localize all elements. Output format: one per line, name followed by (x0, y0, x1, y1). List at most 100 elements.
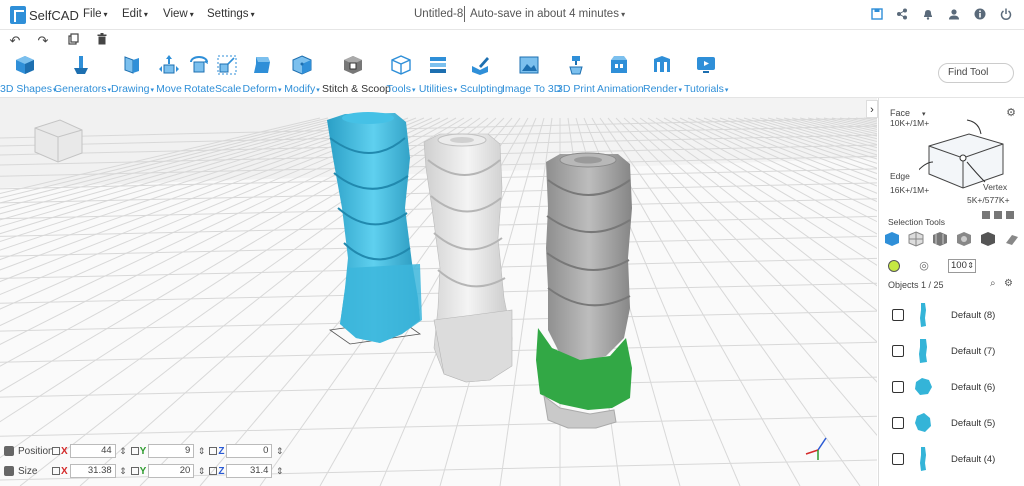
copy-icon[interactable] (66, 33, 80, 49)
list-item[interactable]: Default (7) (879, 334, 1024, 370)
tool-3d-print[interactable]: 3D Print (557, 54, 595, 95)
lock-x-checkbox[interactable] (52, 447, 60, 455)
position-label: Position (18, 445, 54, 457)
color-picker[interactable] (888, 260, 900, 272)
select-vertex-icon[interactable] (1006, 211, 1014, 219)
tool-label: Tutorials (684, 83, 728, 95)
tool-stitch-scoop[interactable]: Stitch & Scoop (322, 54, 391, 95)
select-grid-icon[interactable] (932, 231, 948, 247)
axis-y-label: Y (139, 445, 147, 457)
3d-viewport[interactable] (0, 98, 877, 486)
select-solid-icon[interactable] (980, 231, 996, 247)
select-face-icon[interactable] (982, 211, 990, 219)
right-sidebar: ⚙ Face 10K+/1M+ Edge 16K+/1M+ Vertex 5K+… (878, 98, 1024, 486)
position-z-input[interactable]: 0 (226, 444, 283, 458)
tool-3d-shapes[interactable]: 3D Shapes (0, 54, 52, 95)
undo-bar: ↶ ↷ (0, 30, 1024, 52)
select-edge-icon[interactable] (994, 211, 1002, 219)
tool-move[interactable]: Move (156, 54, 182, 95)
menu-edit[interactable]: Edit (122, 8, 148, 20)
redo-icon[interactable]: ↷ (36, 33, 50, 49)
move-icon (159, 55, 179, 74)
vertex-label[interactable]: Vertex (983, 182, 1007, 192)
tool-label: Modify (284, 83, 320, 95)
menu-settings[interactable]: Settings (207, 8, 255, 20)
position-x-input[interactable]: 44 (69, 444, 127, 458)
tools-icon (391, 55, 411, 75)
undo-icon[interactable]: ↶ (8, 33, 22, 49)
delete-icon[interactable] (95, 33, 109, 49)
title-separator (464, 6, 465, 22)
size-z-input[interactable]: 31.4 (226, 464, 283, 478)
autosave-status[interactable]: Auto-save in about 4 minutes (470, 8, 625, 20)
face-select-dropdown[interactable]: Face (890, 108, 925, 118)
search-icon[interactable]: ⌕ (990, 278, 996, 289)
select-wire-icon[interactable] (908, 231, 924, 247)
rotate-icon (190, 56, 208, 73)
white-twisted-object[interactable] (423, 133, 513, 383)
size-label: Size (18, 465, 38, 477)
info-icon[interactable] (973, 8, 987, 22)
save-icon[interactable] (870, 8, 884, 22)
tool-label: 3D Shapes (0, 83, 52, 95)
tool-tutorials[interactable]: Tutorials (684, 54, 728, 95)
tool-label: Deform (242, 83, 282, 95)
menu-view[interactable]: View (163, 8, 194, 20)
account-icon[interactable] (947, 8, 961, 22)
tool-rotate[interactable]: Rotate (184, 54, 215, 95)
document-title[interactable]: Untitled-8 (414, 8, 463, 20)
power-icon[interactable] (999, 8, 1013, 22)
tool-utilities[interactable]: Utilities (418, 54, 458, 95)
size-x[interactable]: X 31.38 (52, 464, 128, 478)
position-x[interactable]: X 44 (52, 444, 128, 458)
list-item[interactable]: Default (4) (879, 442, 1024, 478)
edge-label[interactable]: Edge (890, 171, 910, 181)
objects-settings-icon[interactable]: ⚙ (1004, 278, 1013, 289)
object-checkbox[interactable] (892, 309, 904, 321)
opacity-input[interactable]: 100 (948, 259, 976, 273)
tool-modify[interactable]: Modify (284, 54, 320, 95)
object-checkbox[interactable] (892, 453, 904, 465)
texture-icon[interactable]: ◎ (918, 260, 930, 272)
size-y-input[interactable]: 20 (148, 464, 205, 478)
size-x-input[interactable]: 31.38 (69, 464, 127, 478)
position-y[interactable]: Y9 (130, 444, 207, 458)
object-checkbox[interactable] (892, 381, 904, 393)
menu-file[interactable]: File (83, 8, 108, 20)
select-plane-icon[interactable] (1004, 231, 1020, 247)
lock-y-checkbox[interactable] (130, 447, 139, 455)
share-icon[interactable] (895, 8, 909, 22)
select-brush-icon[interactable] (956, 231, 972, 247)
position-y-input[interactable]: 9 (148, 444, 205, 458)
tool-sculpting[interactable]: Sculpting (460, 54, 503, 95)
position-z[interactable]: Z0 (209, 444, 283, 458)
list-item[interactable]: Default (8) (879, 298, 1024, 334)
scene-canvas[interactable] (0, 98, 877, 486)
app-logo[interactable]: SelfCAD (10, 6, 79, 24)
find-tool-input[interactable]: Find Tool (938, 63, 1014, 83)
tool-render[interactable]: Render (643, 54, 681, 95)
tool-deform[interactable]: Deform (242, 54, 282, 95)
list-item[interactable]: Default (5) (879, 406, 1024, 442)
size-y[interactable]: Y 20 (130, 464, 207, 478)
tool-generators[interactable]: Generators (54, 54, 108, 95)
list-item[interactable]: Default (6) (879, 370, 1024, 406)
collapse-sidebar-button[interactable]: › (866, 100, 878, 118)
notifications-icon[interactable] (921, 8, 935, 22)
tool-image-to-3d[interactable]: Image To 3D (502, 54, 561, 95)
gray-twisted-object[interactable] (536, 152, 632, 429)
select-all-icon[interactable] (884, 231, 900, 247)
tool-tools[interactable]: Tools (386, 54, 416, 95)
tool-animation[interactable]: Animation (597, 54, 644, 95)
tool-scale[interactable]: Scale (215, 54, 241, 95)
tool-drawing[interactable]: Drawing (111, 54, 153, 95)
lock-z-checkbox[interactable] (209, 467, 218, 475)
vertex-count: 5K+/577K+ (967, 195, 1010, 205)
lock-x-checkbox[interactable] (52, 467, 60, 475)
object-checkbox[interactable] (892, 417, 904, 429)
lock-z-checkbox[interactable] (209, 447, 218, 455)
object-checkbox[interactable] (892, 345, 904, 357)
size-z[interactable]: Z 31.4 (209, 464, 283, 478)
lock-y-checkbox[interactable] (130, 467, 139, 475)
object-name: Default (8) (951, 310, 996, 321)
